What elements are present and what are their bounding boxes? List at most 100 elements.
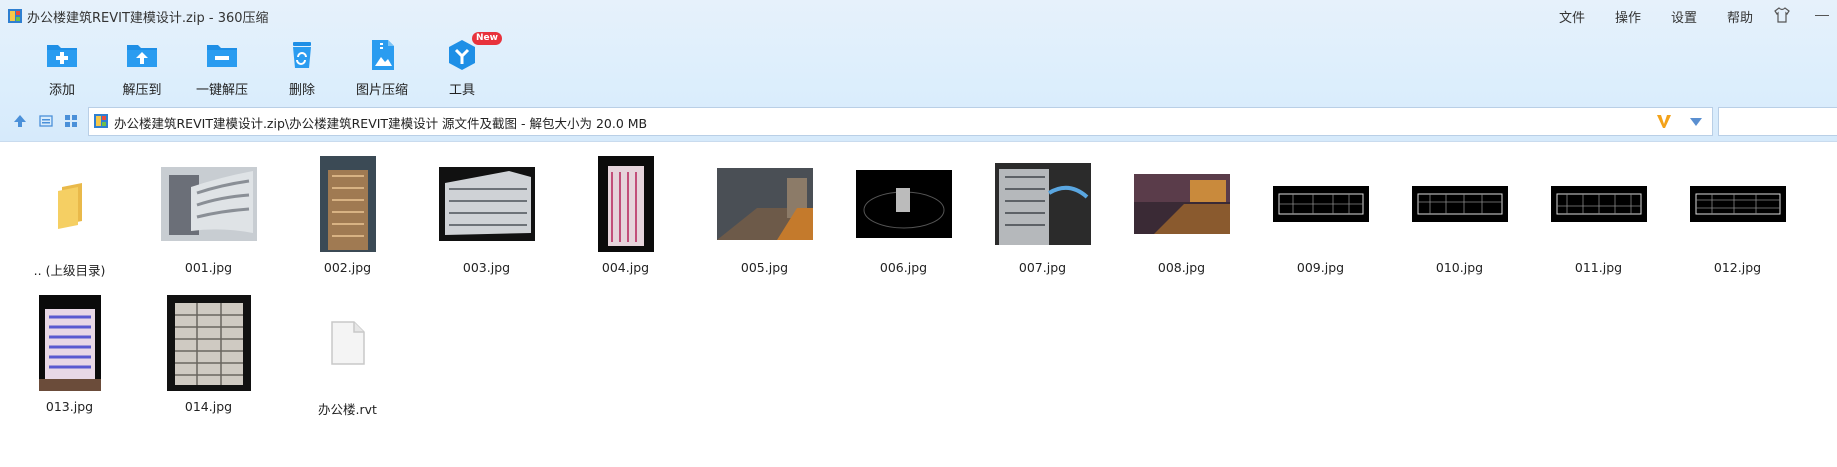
thumbnail <box>556 150 695 258</box>
extract-to-button[interactable]: 解压到 <box>102 37 182 98</box>
menu-bar: 文件 操作 设置 帮助 <box>1559 7 1753 26</box>
menu-operation[interactable]: 操作 <box>1615 7 1641 26</box>
thumbnail <box>695 150 834 258</box>
image-thumbnail <box>1550 186 1647 222</box>
image-thumbnail <box>597 156 654 252</box>
image-thumbnail <box>166 295 251 391</box>
address-bar[interactable]: 办公楼建筑REVIT建模设计.zip\办公楼建筑REVIT建模设计 源文件及截图… <box>88 107 1713 136</box>
image-compress-icon <box>372 40 394 70</box>
thumbnail <box>1251 150 1390 258</box>
add-label: 添加 <box>48 83 75 98</box>
file-name: 014.jpg <box>184 399 233 414</box>
file-name: 008.jpg <box>1157 260 1206 275</box>
add-button[interactable]: 添加 <box>22 37 102 98</box>
file-name: 013.jpg <box>45 399 94 414</box>
file-name: 003.jpg <box>462 260 511 275</box>
image-thumbnail <box>1272 186 1369 222</box>
file-item-rvt[interactable]: 办公楼.rvt <box>278 289 417 417</box>
parent-folder-item[interactable]: .. (上级目录) <box>0 150 139 278</box>
thumbnail <box>417 150 556 258</box>
thumbnail <box>278 289 417 397</box>
file-name: 004.jpg <box>601 260 650 275</box>
image-thumbnail <box>1133 174 1230 234</box>
thumbnail <box>139 289 278 397</box>
address-path: 办公楼建筑REVIT建模设计.zip\办公楼建筑REVIT建模设计 源文件及截图… <box>114 116 648 131</box>
file-item-001[interactable]: 001.jpg <box>139 150 278 278</box>
thumbnail <box>973 150 1112 258</box>
delete-label: 删除 <box>288 83 315 98</box>
image-thumbnail <box>319 156 376 252</box>
folder-icon <box>57 183 82 229</box>
file-name: 010.jpg <box>1435 260 1484 275</box>
image-thumbnail <box>994 163 1091 245</box>
file-name: 009.jpg <box>1296 260 1345 275</box>
minimize-button[interactable] <box>1815 15 1829 16</box>
thumbnail <box>0 289 139 397</box>
app-icon <box>8 9 22 23</box>
image-thumbnail <box>160 167 257 241</box>
menu-settings[interactable]: 设置 <box>1671 7 1697 26</box>
file-item-009[interactable]: 009.jpg <box>1251 150 1390 278</box>
thumbnail <box>1529 150 1668 258</box>
file-item-002[interactable]: 002.jpg <box>278 150 417 278</box>
file-name: 006.jpg <box>879 260 928 275</box>
search-input[interactable] <box>1718 107 1837 136</box>
file-name: 012.jpg <box>1713 260 1762 275</box>
image-compress-label: 图片压缩 <box>355 83 408 98</box>
thumbnail <box>139 150 278 258</box>
image-thumbnail <box>438 167 535 241</box>
menu-help[interactable]: 帮助 <box>1727 7 1753 26</box>
file-item-014[interactable]: 014.jpg <box>139 289 278 417</box>
delete-button[interactable]: 删除 <box>262 37 342 98</box>
file-item-013[interactable]: 013.jpg <box>0 289 139 417</box>
file-item-006[interactable]: 006.jpg <box>834 150 973 278</box>
up-arrow-icon[interactable] <box>13 114 27 128</box>
skin-icon[interactable] <box>1773 6 1791 24</box>
file-list: .. (上级目录) 001.jpg 002.jpg 003.jpg 004.jp… <box>0 141 1837 467</box>
image-thumbnail <box>855 170 952 238</box>
image-thumbnail <box>1689 186 1786 222</box>
window-title: 办公楼建筑REVIT建模设计.zip - 360压缩 <box>27 11 269 26</box>
thumbnail-view-icon[interactable] <box>64 114 78 128</box>
file-item-005[interactable]: 005.jpg <box>695 150 834 278</box>
file-item-003[interactable]: 003.jpg <box>417 150 556 278</box>
file-item-010[interactable]: 010.jpg <box>1390 150 1529 278</box>
file-item-012[interactable]: 012.jpg <box>1668 150 1807 278</box>
file-name: 011.jpg <box>1574 260 1623 275</box>
add-folder-icon <box>47 45 77 67</box>
file-item-004[interactable]: 004.jpg <box>556 150 695 278</box>
file-name: 005.jpg <box>740 260 789 275</box>
file-name: 002.jpg <box>323 260 372 275</box>
one-click-extract-label: 一键解压 <box>195 83 248 98</box>
thumbnail <box>278 150 417 258</box>
recycle-bin-icon <box>293 42 311 68</box>
extract-to-label: 解压到 <box>122 83 162 98</box>
menu-file[interactable]: 文件 <box>1559 7 1585 26</box>
one-click-folder-icon <box>207 45 237 67</box>
tools-button[interactable]: New 工具 <box>422 32 502 98</box>
image-thumbnail <box>716 168 813 240</box>
top-chrome: 办公楼建筑REVIT建模设计.zip - 360压缩 文件 操作 设置 帮助 添… <box>0 0 1837 141</box>
navigation-bar: 办公楼建筑REVIT建模设计.zip\办公楼建筑REVIT建模设计 源文件及截图… <box>0 106 1837 136</box>
file-item-011[interactable]: 011.jpg <box>1529 150 1668 278</box>
image-thumbnail <box>38 295 101 391</box>
thumbnail <box>0 150 139 258</box>
v-verified-icon[interactable] <box>1656 113 1672 129</box>
thumbnail <box>834 150 973 258</box>
new-badge: New <box>472 32 502 45</box>
extract-folder-icon <box>127 45 157 67</box>
image-compress-button[interactable]: 图片压缩 <box>342 37 422 98</box>
dropdown-arrow-icon[interactable] <box>1690 118 1702 126</box>
thumbnail <box>1668 150 1807 258</box>
file-item-008[interactable]: 008.jpg <box>1112 150 1251 278</box>
detail-view-icon[interactable] <box>39 114 53 128</box>
tools-label: 工具 <box>448 83 475 98</box>
file-item-007[interactable]: 007.jpg <box>973 150 1112 278</box>
one-click-extract-button[interactable]: 一键解压 <box>182 37 262 98</box>
file-name: 001.jpg <box>184 260 233 275</box>
toolbar: 添加 解压到 一键解压 删除 图片压缩 New 工具 <box>22 32 502 98</box>
title-bar: 办公楼建筑REVIT建模设计.zip - 360压缩 文件 操作 设置 帮助 <box>0 0 1837 32</box>
thumbnail <box>1390 150 1529 258</box>
file-name: .. (上级目录) <box>33 263 106 278</box>
file-name: 007.jpg <box>1018 260 1067 275</box>
